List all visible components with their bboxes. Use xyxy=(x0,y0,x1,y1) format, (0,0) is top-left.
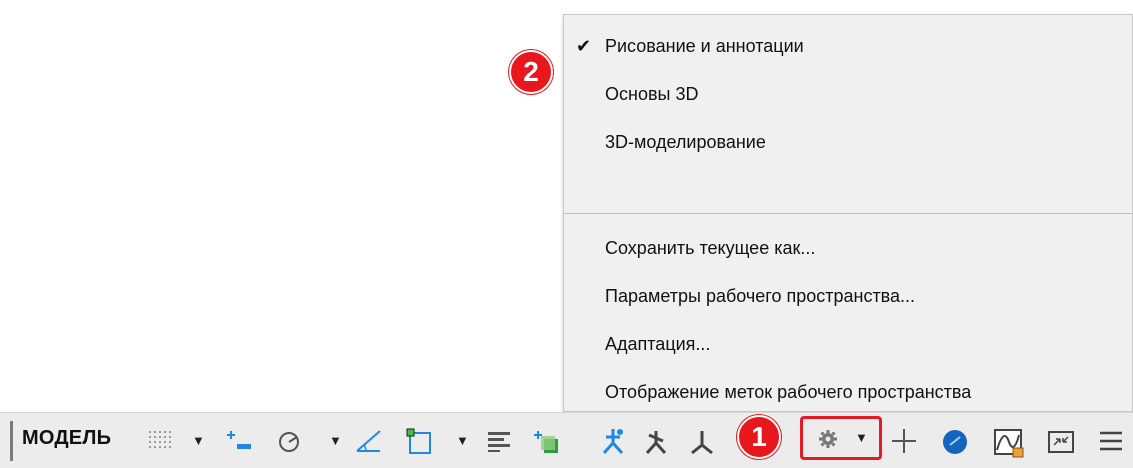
annotation-monitor-icon[interactable] xyxy=(887,423,921,459)
callout-badge-2: 2 xyxy=(509,50,553,94)
model-space-button[interactable]: МОДЕЛЬ xyxy=(22,427,111,450)
gear-icon xyxy=(817,428,839,450)
workspace-menu: ✔ Рисование и аннотации Основы 3D 3D-мод… xyxy=(563,14,1133,412)
status-bar: МОДЕЛЬ ▼ ▼ ▼ 1 ▼ xyxy=(0,412,1133,468)
menu-item-label: 3D-моделирование xyxy=(605,132,766,152)
menu-item-drawing-annotation[interactable]: ✔ Рисование и аннотации xyxy=(564,26,1132,66)
menu-item-label: Параметры рабочего пространства... xyxy=(605,286,916,306)
chevron-down-icon: ▼ xyxy=(855,430,868,445)
clean-screen-icon[interactable] xyxy=(1044,423,1078,459)
menu-item-label: Отображение меток рабочего пространства xyxy=(605,382,972,402)
callout-badge-1: 1 xyxy=(737,415,781,459)
object-snap-icon[interactable] xyxy=(402,423,436,459)
menu-item-3d-basics[interactable]: Основы 3D xyxy=(564,74,1132,114)
chevron-down-icon[interactable]: ▼ xyxy=(192,433,205,448)
polar-tracking-icon[interactable] xyxy=(352,423,386,459)
isolate-objects-icon[interactable] xyxy=(938,423,972,459)
menu-item-save-current-as[interactable]: Сохранить текущее как... xyxy=(564,228,1132,268)
menu-item-customize[interactable]: Адаптация... xyxy=(564,324,1132,364)
ortho-mode-icon[interactable] xyxy=(273,423,307,459)
toolbar-grip[interactable] xyxy=(10,421,13,461)
hardware-acceleration-icon[interactable] xyxy=(992,423,1026,459)
menu-item-label: Рисование и аннотации xyxy=(605,36,804,56)
menu-separator xyxy=(564,213,1132,214)
chevron-down-icon[interactable]: ▼ xyxy=(456,433,469,448)
annotation-visibility-icon[interactable] xyxy=(596,423,630,459)
menu-item-display-workspace-label[interactable]: Отображение меток рабочего пространства xyxy=(564,372,1132,412)
customization-menu-icon[interactable] xyxy=(1094,423,1128,459)
menu-item-label: Адаптация... xyxy=(605,334,711,354)
snap-mode-icon[interactable] xyxy=(223,423,257,459)
menu-item-workspace-settings[interactable]: Параметры рабочего пространства... xyxy=(564,276,1132,316)
menu-item-label: Основы 3D xyxy=(605,84,699,104)
checkmark-icon: ✔ xyxy=(576,36,592,56)
menu-item-label: Сохранить текущее как... xyxy=(605,238,816,258)
auto-scale-icon[interactable] xyxy=(639,423,673,459)
lineweight-icon[interactable] xyxy=(483,423,517,459)
menu-item-3d-modeling[interactable]: 3D-моделирование xyxy=(564,122,1132,162)
chevron-down-icon[interactable]: ▼ xyxy=(329,433,342,448)
annotation-scale-icon[interactable] xyxy=(685,423,719,459)
transparency-icon[interactable] xyxy=(532,423,566,459)
workspace-switching-button[interactable]: ▼ xyxy=(800,416,882,460)
grid-display-icon[interactable] xyxy=(145,423,179,459)
